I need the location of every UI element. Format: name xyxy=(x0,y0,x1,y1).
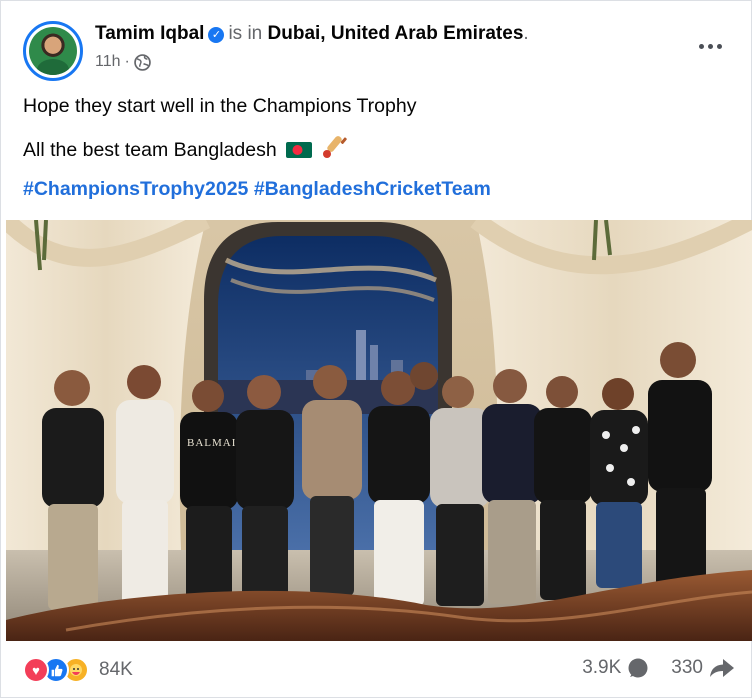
love-icon: ♥ xyxy=(23,657,49,683)
comment-icon xyxy=(628,658,648,678)
cricket-bat-icon xyxy=(322,136,347,158)
hashtag-link[interactable]: #BangladeshCricketTeam xyxy=(254,178,491,200)
reactions-summary[interactable]: ♥ 84K xyxy=(23,657,133,683)
verified-badge-icon: ✓ xyxy=(208,27,225,43)
hashtag-link[interactable]: #ChampionsTrophy2025 xyxy=(23,178,248,200)
author-avatar[interactable] xyxy=(23,21,83,81)
reaction-count: 84K xyxy=(99,659,133,680)
post-text-line-2-text: All the best team Bangladesh xyxy=(23,139,277,161)
post-text-line-1: Hope they start well in the Champions Tr… xyxy=(23,95,417,117)
post-footer: ♥ 84K 3.9K 330 xyxy=(1,641,752,698)
globe-icon xyxy=(134,53,151,71)
share-count: 330 xyxy=(671,657,703,678)
comments-stat[interactable]: 3.9K xyxy=(582,657,649,679)
post-time[interactable]: 11h xyxy=(95,53,121,71)
post-text-line-2: All the best team Bangladesh xyxy=(23,135,348,163)
post-header: Tamim Iqbal ✓ is in Dubai, United Arab Emi… xyxy=(95,21,529,47)
comment-count: 3.9K xyxy=(582,657,622,678)
post-photo[interactable]: BALMAIN xyxy=(6,220,752,641)
is-in-text: is in xyxy=(228,23,263,44)
meta-separator: · xyxy=(124,53,130,70)
location-link[interactable]: Dubai, United Arab Emirates xyxy=(268,23,524,44)
more-options-icon[interactable] xyxy=(693,33,727,59)
author-name[interactable]: Tamim Iqbal xyxy=(95,23,204,44)
period-text: . xyxy=(523,23,529,44)
team-group-photo: BALMAIN xyxy=(6,220,752,641)
share-icon xyxy=(710,659,734,677)
bangladesh-flag-icon xyxy=(286,142,313,158)
post-stats: 3.9K 330 xyxy=(560,657,735,679)
post-card: Tamim Iqbal ✓ is in Dubai, United Arab Emi… xyxy=(0,0,752,698)
post-hashtags: #ChampionsTrophy2025 #BangladeshCricketT… xyxy=(23,176,491,202)
shares-stat[interactable]: 330 xyxy=(671,657,735,679)
avatar-photo xyxy=(29,27,77,75)
post-meta: 11h · xyxy=(95,53,151,71)
